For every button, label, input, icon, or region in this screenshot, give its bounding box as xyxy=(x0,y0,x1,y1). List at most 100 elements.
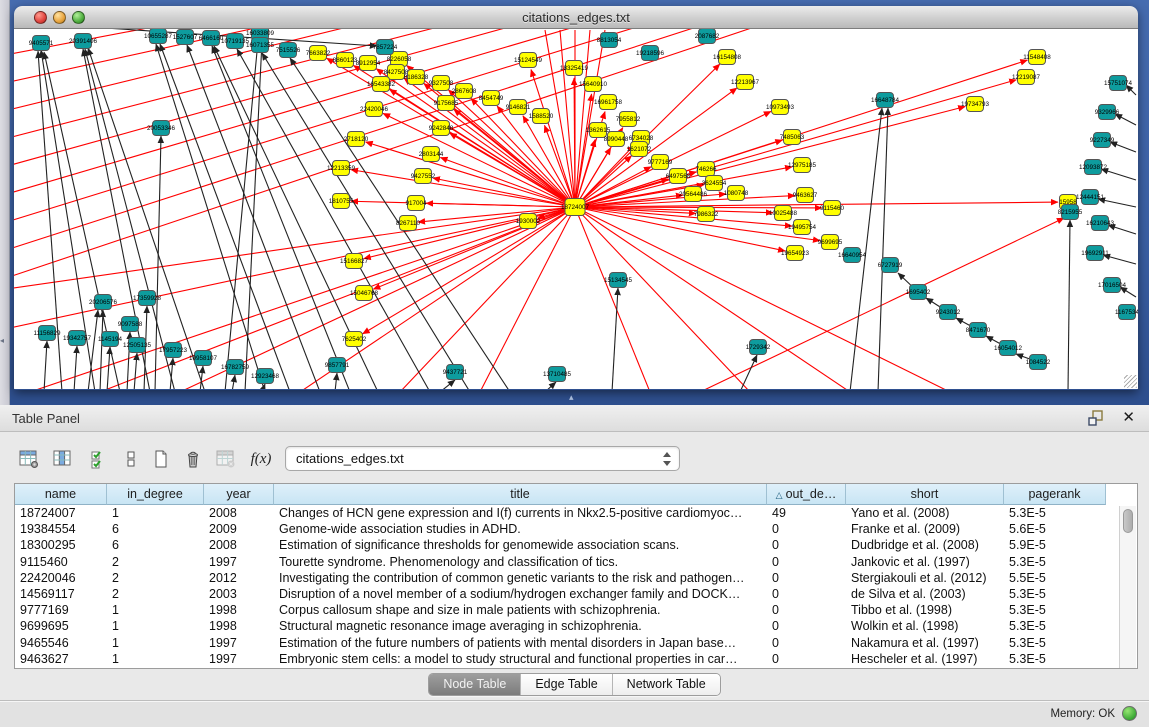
close-icon[interactable]: ✕ xyxy=(1122,408,1135,426)
select-all-icon[interactable] xyxy=(86,445,112,473)
graph-node[interactable]: 7515526 xyxy=(276,43,301,58)
graph-node[interactable]: 9115460 xyxy=(820,201,845,216)
float-panel-icon[interactable] xyxy=(1088,410,1105,427)
table-row[interactable]: 946554611997Estimation of the future num… xyxy=(15,635,1137,651)
network-window-titlebar[interactable]: citations_edges.txt xyxy=(14,6,1138,29)
graph-node[interactable]: 12444151 xyxy=(1076,190,1105,205)
graph-node[interactable]: 19654923 xyxy=(781,246,810,261)
function-builder-icon[interactable]: f(x) xyxy=(248,445,274,473)
graph-edge[interactable] xyxy=(107,347,110,389)
graph-edge[interactable] xyxy=(1068,220,1070,389)
graph-edge[interactable] xyxy=(400,207,575,389)
graph-node[interactable]: 6466160 xyxy=(199,31,224,46)
table-vertical-scrollbar[interactable] xyxy=(1119,506,1136,668)
graph-edge[interactable] xyxy=(1115,114,1136,125)
graph-node[interactable]: 8267110 xyxy=(396,216,421,231)
table-row[interactable]: 1456911722003Disruption of a novel membe… xyxy=(15,586,1137,602)
graph-node[interactable]: 9243012 xyxy=(936,305,961,320)
graph-node[interactable]: 19495754 xyxy=(788,220,817,235)
table-row[interactable]: 969969511998Structural magnetic resonanc… xyxy=(15,618,1137,634)
graph-node[interactable]: 12093872 xyxy=(1079,160,1108,175)
graph-node[interactable]: 11156829 xyxy=(33,326,61,341)
graph-edge[interactable] xyxy=(612,288,618,389)
graph-edge[interactable] xyxy=(1103,255,1136,264)
graph-edge[interactable] xyxy=(156,44,265,389)
new-column-icon[interactable] xyxy=(148,445,174,473)
graph-edge[interactable] xyxy=(560,30,575,207)
graph-node[interactable]: 11548408 xyxy=(1023,50,1051,65)
clear-selection-icon[interactable] xyxy=(118,445,144,473)
graph-node[interactable]: 12213967 xyxy=(731,75,760,90)
graph-edge[interactable] xyxy=(700,218,1064,389)
graph-node[interactable]: 917004 xyxy=(405,196,427,211)
column-header-name[interactable]: name xyxy=(15,484,107,505)
graph-node[interactable]: 9699695 xyxy=(818,235,843,250)
graph-node[interactable]: 16961758 xyxy=(594,95,623,110)
table-row[interactable]: 1872400712008Changes of HCN gene express… xyxy=(15,505,1137,521)
graph-node[interactable]: 2087682 xyxy=(695,29,720,44)
graph-node[interactable]: 3624554 xyxy=(702,176,727,191)
table-row[interactable]: 1830029562008Estimation of significance … xyxy=(15,537,1137,553)
graph-edge[interactable] xyxy=(100,310,103,389)
graph-edge[interactable] xyxy=(14,29,820,280)
graph-node[interactable]: 8813054 xyxy=(597,33,622,48)
graph-edge[interactable] xyxy=(363,207,575,334)
graph-node[interactable]: 1588520 xyxy=(529,109,554,124)
graph-edge[interactable] xyxy=(212,46,350,389)
graph-node[interactable]: 9227349 xyxy=(1090,133,1115,148)
show-columns-icon[interactable] xyxy=(50,445,76,473)
graph-node[interactable]: 1527607 xyxy=(173,30,198,45)
column-header-out_degree[interactable]: △out_de… xyxy=(767,484,846,505)
table-select-dropdown[interactable]: citations_edges.txt xyxy=(285,446,680,471)
graph-edge[interactable] xyxy=(878,108,888,389)
graph-node[interactable]: 8990448 xyxy=(604,132,629,147)
graph-node[interactable]: 9777169 xyxy=(648,155,673,170)
graph-node[interactable]: 2867608 xyxy=(452,84,477,99)
graph-node[interactable]: 6727919 xyxy=(878,258,903,273)
graph-node[interactable]: 20391406 xyxy=(69,34,98,49)
graph-node[interactable]: 9437721 xyxy=(443,365,468,380)
graph-edge[interactable] xyxy=(575,207,785,251)
graph-node[interactable]: 1695402 xyxy=(906,285,931,300)
graph-node[interactable]: 18724007 xyxy=(561,199,590,216)
graph-node[interactable]: 8454749 xyxy=(479,91,504,106)
graph-edge[interactable] xyxy=(134,353,137,389)
graph-node[interactable]: 7955812 xyxy=(616,112,641,127)
graph-node[interactable]: 9427552 xyxy=(411,169,436,184)
graph-edge[interactable] xyxy=(575,207,650,389)
graph-node[interactable]: 16154808 xyxy=(713,50,742,65)
graph-edge[interactable] xyxy=(383,113,575,207)
delete-table-icon[interactable] xyxy=(212,445,238,473)
graph-node[interactable]: 15124549 xyxy=(514,53,543,68)
node-table[interactable]: namein_degreeyeartitle△out_de…shortpager… xyxy=(14,483,1138,669)
graph-edge[interactable] xyxy=(1098,199,1136,207)
graph-node[interactable]: 12923468 xyxy=(251,369,280,384)
column-header-year[interactable]: year xyxy=(204,484,274,505)
graph-node[interactable]: 17016504 xyxy=(1098,278,1127,293)
network-canvas[interactable]: 1872400789129548226058842750816543382818… xyxy=(14,29,1138,389)
graph-node[interactable]: 1084522 xyxy=(1026,355,1051,370)
graph-node[interactable]: 19692911 xyxy=(1081,246,1109,261)
graph-edge[interactable] xyxy=(1110,142,1136,152)
tab-network-table[interactable]: Network Table xyxy=(613,674,720,695)
graph-edge[interactable] xyxy=(440,380,455,389)
graph-node[interactable]: 9097588 xyxy=(118,317,143,332)
graph-node[interactable]: 9857791 xyxy=(325,358,350,373)
panel-splitter-arrow-icon[interactable]: ▴ xyxy=(569,392,574,403)
table-row[interactable]: 2242004622012Investigating the contribut… xyxy=(15,570,1137,586)
tab-edge-table[interactable]: Edge Table xyxy=(521,674,612,695)
graph-node[interactable]: 9405571 xyxy=(29,36,54,51)
graph-node[interactable]: 13710485 xyxy=(543,367,572,382)
table-row[interactable]: 1938455462009Genome-wide association stu… xyxy=(15,521,1137,537)
table-row[interactable]: 911546021997Tourette syndrome. Phenomeno… xyxy=(15,554,1137,570)
citation-graph[interactable]: 1872400789129548226058842750816543382818… xyxy=(14,29,1138,389)
table-mode-icon[interactable] xyxy=(16,445,42,473)
graph-edge[interactable] xyxy=(545,382,556,389)
graph-node[interactable]: 16640954 xyxy=(838,248,867,263)
graph-node[interactable]: 12505135 xyxy=(123,338,152,353)
graph-node[interactable]: 16210643 xyxy=(1086,216,1115,231)
graph-node[interactable]: 20053346 xyxy=(147,121,176,136)
column-header-pagerank[interactable]: pagerank xyxy=(1004,484,1106,505)
graph-node[interactable]: 12975185 xyxy=(788,158,817,173)
graph-node[interactable]: 9327508 xyxy=(429,76,454,91)
